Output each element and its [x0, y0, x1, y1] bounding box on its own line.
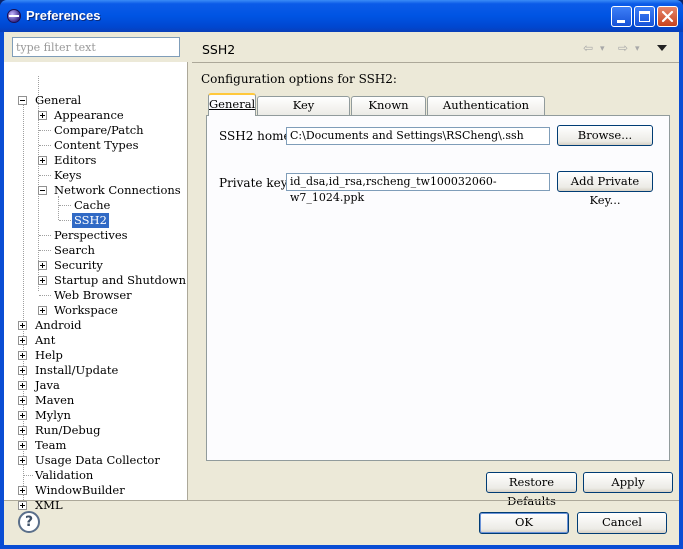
header-divider: [192, 62, 679, 63]
expand-icon[interactable]: [18, 501, 27, 510]
tab-general[interactable]: General: [208, 93, 256, 116]
close-button[interactable]: [657, 6, 678, 27]
restore-defaults-button[interactable]: Restore Defaults: [486, 472, 577, 508]
tab-authentication-methods[interactable]: Authentication Methods: [427, 96, 545, 129]
expand-icon[interactable]: [18, 351, 27, 360]
eclipse-icon: [7, 9, 21, 23]
dialog-client-area: General Appearance Compare/Patch Content…: [4, 32, 679, 545]
tree-line: [59, 220, 71, 221]
expand-icon[interactable]: [38, 306, 47, 315]
expand-icon[interactable]: [18, 381, 27, 390]
private-keys-input[interactable]: id_dsa,id_rsa,rscheng_tw100032060-w7_102…: [286, 173, 550, 204]
maximize-button[interactable]: [634, 6, 655, 27]
expand-icon[interactable]: [18, 321, 27, 330]
expand-icon[interactable]: [18, 396, 27, 405]
tab-label: General: [209, 97, 256, 111]
tree-line: [39, 130, 51, 131]
back-icon[interactable]: ⇦: [583, 41, 593, 55]
tree-line: [39, 235, 51, 236]
page-description: Configuration options for SSH2:: [201, 72, 397, 86]
tab-known-hosts[interactable]: Known Hosts: [351, 96, 426, 129]
window-title: Preferences: [26, 8, 101, 23]
browse-button[interactable]: Browse...: [557, 125, 653, 146]
maximize-icon: [639, 11, 650, 22]
tree-line: [39, 175, 51, 176]
tab-key-management[interactable]: Key Management: [257, 96, 350, 129]
expand-icon[interactable]: [18, 456, 27, 465]
help-icon[interactable]: ?: [18, 511, 40, 533]
ssh2-home-label: SSH2 home:: [219, 129, 295, 143]
expand-icon[interactable]: [18, 411, 27, 420]
page-title: SSH2: [202, 42, 236, 57]
tree-line: [38, 76, 39, 291]
tree-line: [58, 196, 59, 220]
close-icon: [661, 10, 674, 23]
tree-line: [39, 250, 51, 251]
collapse-icon[interactable]: [38, 186, 47, 195]
tree-line: [59, 205, 71, 206]
tree-line: [39, 295, 51, 296]
expand-icon[interactable]: [18, 336, 27, 345]
minimize-icon: [617, 20, 625, 23]
ok-button[interactable]: OK: [479, 512, 569, 534]
expand-icon[interactable]: [38, 276, 47, 285]
tree-line: [23, 475, 33, 476]
dialog-divider: [4, 500, 679, 501]
filter-input[interactable]: [12, 37, 180, 57]
ssh2-home-input[interactable]: C:\Documents and Settings\RSCheng\.ssh: [286, 127, 550, 145]
expand-icon[interactable]: [18, 441, 27, 450]
minimize-button[interactable]: [611, 6, 632, 27]
forward-icon[interactable]: ⇨: [618, 41, 628, 55]
expand-icon[interactable]: [38, 111, 47, 120]
preference-tree: General Appearance Compare/Patch Content…: [4, 62, 187, 512]
expand-icon[interactable]: [18, 426, 27, 435]
expand-icon[interactable]: [38, 156, 47, 165]
tree-sash[interactable]: [187, 62, 188, 500]
forward-menu-icon[interactable]: ▾: [635, 44, 640, 54]
add-private-key-button[interactable]: Add Private Key...: [557, 171, 653, 207]
tree-line: [39, 145, 51, 146]
view-menu-icon[interactable]: [657, 45, 667, 51]
title-bar[interactable]: Preferences: [0, 0, 683, 32]
expand-icon[interactable]: [18, 486, 27, 495]
expand-icon[interactable]: [38, 261, 47, 270]
back-menu-icon[interactable]: ▾: [600, 44, 605, 54]
preferences-window: Preferences General Appearance: [0, 0, 683, 549]
apply-button[interactable]: Apply: [583, 472, 673, 493]
collapse-icon[interactable]: [18, 96, 27, 105]
cancel-button[interactable]: Cancel: [577, 512, 667, 534]
expand-icon[interactable]: [18, 366, 27, 375]
general-tab-panel: [206, 115, 670, 461]
